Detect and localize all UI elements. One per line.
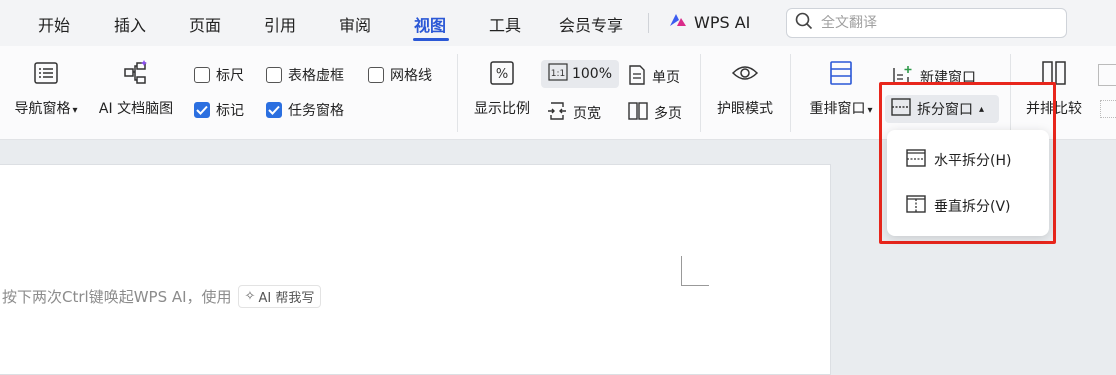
zoom-percent-icon: % — [489, 56, 515, 90]
search-icon — [795, 12, 813, 34]
markup-checkbox[interactable]: 标记 — [194, 100, 244, 120]
sync-scroll-icon[interactable] — [1098, 64, 1116, 86]
table-gridlines-checkbox[interactable]: 表格虚框 — [266, 65, 344, 85]
gridlines-checkbox[interactable]: 网格线 — [368, 65, 432, 85]
mindmap-icon — [122, 56, 150, 90]
tab-view[interactable]: 视图 — [414, 12, 446, 36]
menu-divider — [648, 13, 649, 33]
ribbon-divider — [700, 54, 701, 132]
single-page-icon — [628, 65, 646, 89]
reset-position-icon[interactable] — [1100, 100, 1116, 118]
wps-ai-label: WPS AI — [694, 12, 751, 32]
single-page-label: 单页 — [652, 70, 680, 86]
rearrange-window-button[interactable]: 重排窗口 ▾ — [800, 56, 882, 118]
eye-mode-label: 护眼模式 — [717, 101, 773, 117]
task-pane-checkbox[interactable]: 任务窗格 — [266, 100, 344, 120]
vertical-split-label: 垂直拆分(V) — [934, 199, 1011, 215]
vertical-split-item[interactable]: 垂直拆分(V) — [887, 186, 1049, 226]
svg-text:1:1: 1:1 — [551, 69, 565, 79]
eye-icon — [731, 56, 759, 90]
tab-review[interactable]: 审阅 — [339, 12, 371, 36]
ai-hint-text: 按下两次Ctrl键唤起WPS AI，使用 — [2, 288, 232, 306]
checkbox-icon — [194, 67, 210, 83]
horizontal-split-item[interactable]: 水平拆分(H) — [887, 140, 1049, 180]
checkbox-checked-icon — [266, 102, 282, 118]
app-window: 开始 插入 页面 引用 审阅 视图 工具 会员专享 WPS AI 导航窗格▾ — [0, 0, 1116, 375]
chevron-down-icon: ▾ — [867, 105, 873, 116]
checkbox-icon — [368, 67, 384, 83]
search-input[interactable] — [821, 15, 1051, 31]
table-gridlines-label: 表格虚框 — [288, 68, 344, 84]
tab-home[interactable]: 开始 — [38, 12, 70, 36]
ai-write-button[interactable]: ✧ AI 帮我写 — [237, 285, 322, 308]
gridlines-label: 网格线 — [390, 68, 432, 84]
nav-pane-icon — [33, 56, 59, 90]
menu-bar: 开始 插入 页面 引用 审阅 视图 工具 会员专享 WPS AI — [0, 0, 1116, 46]
rearrange-window-icon — [829, 56, 853, 90]
document-page[interactable]: 按下两次Ctrl键唤起WPS AI，使用 ✧ AI 帮我写 — [0, 164, 831, 375]
multi-page-button[interactable]: 多页 — [628, 101, 682, 125]
page-margin-mark — [681, 256, 709, 286]
sparkle-icon: ✧ — [244, 289, 256, 304]
markup-label: 标记 — [216, 103, 244, 119]
svg-text:%: % — [496, 67, 508, 82]
tab-member[interactable]: 会员专享 — [559, 12, 623, 36]
zoom-button[interactable]: % 显示比例 — [468, 56, 536, 118]
eye-mode-button[interactable]: 护眼模式 — [710, 56, 780, 118]
ai-mindmap-label: AI 文档脑图 — [98, 101, 174, 117]
ai-write-label: AI 帮我写 — [258, 291, 315, 306]
ruler-label: 标尺 — [216, 68, 244, 84]
horizontal-split-icon — [906, 149, 926, 171]
page-width-button[interactable]: 页宽 — [547, 101, 601, 125]
search-box[interactable] — [786, 8, 1067, 38]
checkbox-icon — [266, 67, 282, 83]
multi-page-icon — [628, 101, 648, 125]
checkbox-checked-icon — [194, 102, 210, 118]
ribbon-divider — [457, 54, 458, 132]
chevron-down-icon: ▾ — [72, 105, 78, 116]
page-width-icon — [547, 101, 567, 125]
zoom-100-button[interactable]: 1:1 100% — [541, 60, 619, 88]
tab-insert[interactable]: 插入 — [114, 12, 146, 36]
ai-hint: 按下两次Ctrl键唤起WPS AI，使用 ✧ AI 帮我写 — [2, 285, 322, 308]
horizontal-split-label: 水平拆分(H) — [934, 153, 1012, 169]
actual-size-icon: 1:1 — [548, 63, 568, 85]
rearrange-window-label: 重排窗口 — [809, 101, 866, 117]
tab-references[interactable]: 引用 — [264, 12, 296, 36]
page-width-label: 页宽 — [573, 106, 601, 122]
zoom-value: 100% — [571, 66, 613, 82]
ai-mindmap-button[interactable]: AI 文档脑图 — [94, 56, 178, 118]
wps-ai-button[interactable]: WPS AI — [668, 12, 750, 32]
split-window-dropdown: 水平拆分(H) 垂直拆分(V) — [887, 130, 1049, 236]
vertical-split-icon — [906, 195, 926, 217]
multi-page-label: 多页 — [654, 106, 682, 122]
single-page-button[interactable]: 单页 — [628, 65, 680, 89]
nav-pane-label: 导航窗格 — [14, 101, 71, 117]
task-pane-label: 任务窗格 — [288, 103, 344, 119]
ruler-checkbox[interactable]: 标尺 — [194, 65, 244, 85]
tab-tools[interactable]: 工具 — [489, 12, 521, 36]
active-tab-indicator — [413, 38, 449, 41]
wps-ai-logo-icon — [668, 12, 688, 32]
nav-pane-button[interactable]: 导航窗格 ▾ — [8, 56, 84, 118]
ribbon-divider — [790, 54, 791, 132]
tab-page[interactable]: 页面 — [189, 12, 221, 36]
zoom-label: 显示比例 — [474, 101, 530, 117]
